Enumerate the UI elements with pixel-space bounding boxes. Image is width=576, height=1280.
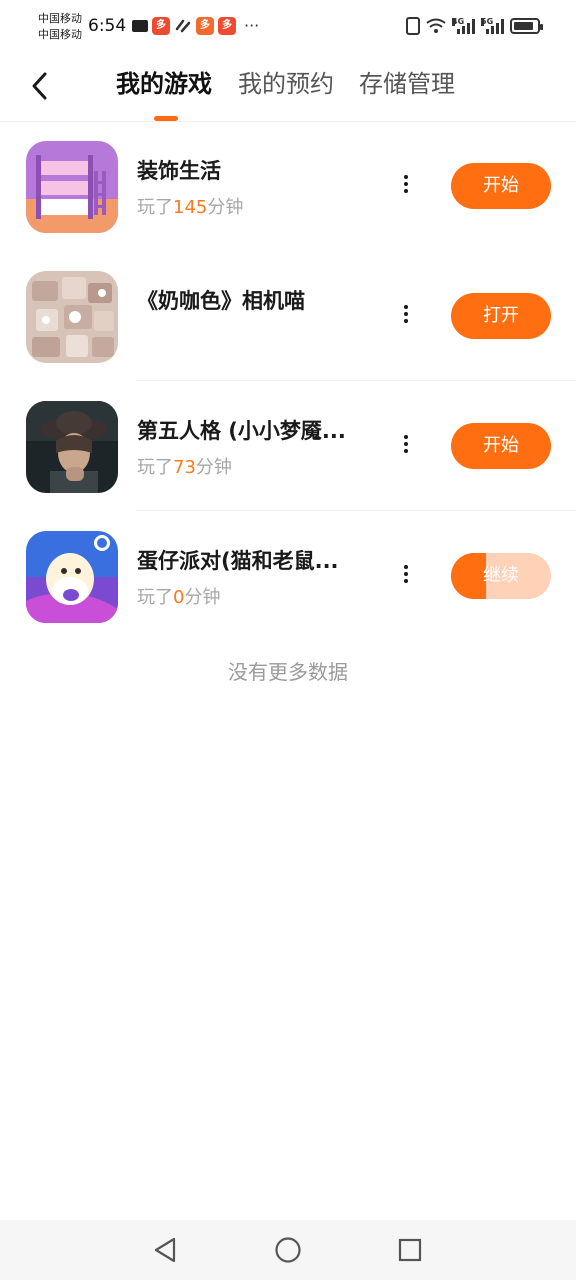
carrier-1: 中国移动: [38, 12, 82, 25]
screen: 中国移动 中国移动 6:54 多 多 多 ··· 4G 5G 我的游戏 我的预约…: [0, 0, 576, 1280]
header: 我的游戏 我的预约 存储管理: [0, 52, 576, 122]
app-notification-icon: 多: [196, 17, 214, 35]
system-icons: 4G 5G: [406, 17, 543, 35]
back-button[interactable]: [20, 66, 60, 106]
start-button[interactable]: 开始: [451, 423, 551, 469]
signal-icon-1: 4G: [452, 18, 475, 34]
more-options-icon[interactable]: [394, 430, 418, 458]
circle-home-icon: [275, 1237, 301, 1263]
nav-home-button[interactable]: [272, 1234, 304, 1266]
vibrate-icon: [406, 17, 420, 35]
game-icon-milk-coffee-camera[interactable]: [26, 271, 118, 363]
triangle-back-icon: [154, 1237, 176, 1263]
download-progress-fill: [451, 553, 486, 599]
continue-download-button[interactable]: 继续: [451, 553, 551, 599]
game-title: 装饰生活: [137, 159, 221, 183]
more-options-icon[interactable]: [394, 560, 418, 588]
carrier-2: 中国移动: [38, 28, 82, 41]
signal-icon-2: 5G: [481, 18, 504, 34]
active-tab-indicator: [154, 116, 178, 121]
game-row[interactable]: 蛋仔派对(猫和老鼠... 玩了0分钟 继续: [0, 520, 576, 650]
network-type-2: 5G: [481, 17, 494, 26]
tab-my-reservations[interactable]: 我的预约: [238, 66, 334, 102]
tab-my-games[interactable]: 我的游戏: [116, 66, 212, 102]
more-options-icon[interactable]: [394, 300, 418, 328]
play-time: 玩了0分钟: [137, 587, 221, 608]
back-arrow-icon: [32, 72, 47, 100]
more-options-icon[interactable]: [394, 170, 418, 198]
game-icon-identity-v[interactable]: [26, 401, 118, 493]
list-divider: [136, 510, 576, 511]
game-row[interactable]: 第五人格 (小小梦魇... 玩了73分钟 开始: [0, 390, 576, 520]
status-bar: 中国移动 中国移动 6:54 多 多 多 ··· 4G 5G: [0, 0, 576, 52]
game-row[interactable]: 装饰生活 玩了145分钟 开始: [0, 130, 576, 260]
clock: 6:54: [88, 16, 127, 36]
wifi-icon: [426, 18, 446, 33]
play-time: 玩了73分钟: [137, 457, 232, 478]
battery-level: [514, 22, 533, 30]
open-button[interactable]: 打开: [451, 293, 551, 339]
notification-icons: 多 多 多 ···: [132, 17, 259, 35]
system-nav-bar: [0, 1220, 576, 1280]
no-more-data-text: 没有更多数据: [228, 660, 348, 684]
square-recents-icon: [398, 1238, 422, 1262]
app-notification-icon: 多: [218, 17, 236, 35]
game-row[interactable]: 《奶咖色》相机喵 打开: [0, 260, 576, 390]
game-title: 蛋仔派对(猫和老鼠...: [137, 549, 339, 573]
video-icon: [132, 20, 148, 32]
more-notifications-icon: ···: [244, 16, 260, 35]
play-time: 玩了145分钟: [137, 197, 244, 218]
nav-back-button[interactable]: [149, 1234, 181, 1266]
network-type-1: 4G: [452, 17, 465, 26]
app-notification-icon: 多: [152, 17, 170, 35]
start-button[interactable]: 开始: [451, 163, 551, 209]
battery-icon: [510, 18, 543, 34]
carrier-labels: 中国移动 中国移动: [38, 11, 82, 43]
link-icon: [175, 19, 191, 33]
tab-storage-management[interactable]: 存储管理: [359, 66, 455, 102]
game-title: 第五人格 (小小梦魇...: [137, 419, 346, 443]
nav-recents-button[interactable]: [394, 1234, 426, 1266]
list-divider: [136, 380, 576, 381]
game-title: 《奶咖色》相机喵: [137, 289, 305, 313]
game-icon-eggy-party[interactable]: [26, 531, 118, 623]
game-icon-decor-life[interactable]: [26, 141, 118, 233]
